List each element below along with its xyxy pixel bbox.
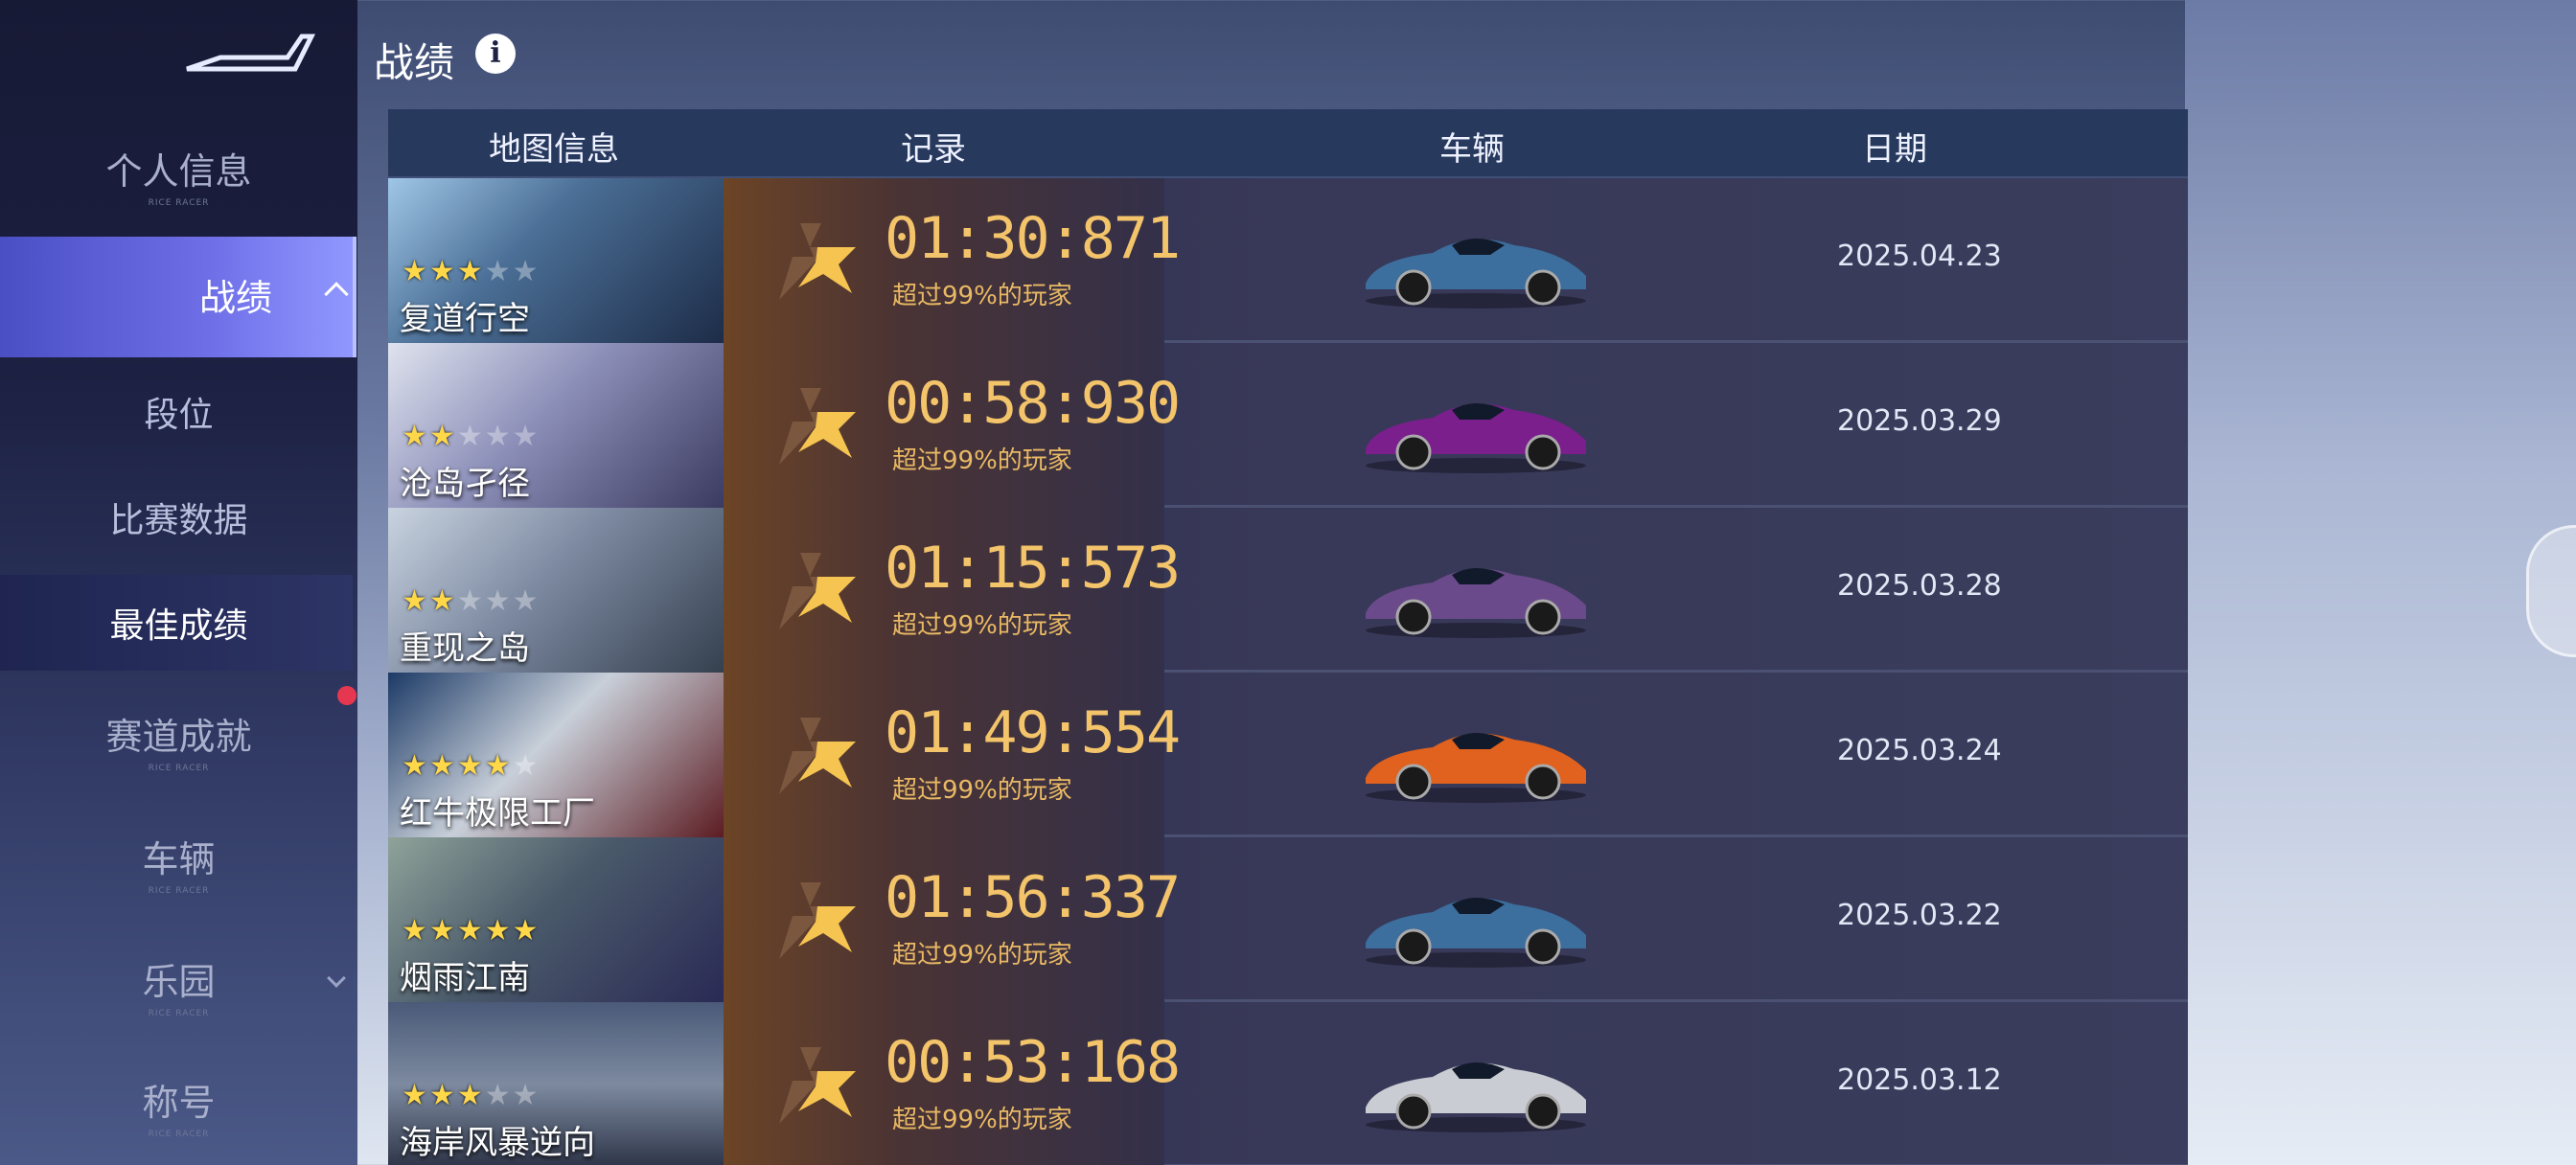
rank-bolt-icon: [779, 718, 856, 794]
record-percentile: 超过99%的玩家: [892, 446, 1072, 475]
record-percentile: 超过99%的玩家: [892, 1106, 1072, 1134]
map-thumbnail: ★★★★★ 重现之岛: [388, 508, 724, 673]
sidebar-item-label: 赛道成就: [105, 716, 252, 758]
car-image: [1366, 733, 1586, 803]
sidebar-item-track-achievements[interactable]: 赛道成就 RICE RACER: [0, 707, 357, 773]
record-percentile: 超过99%的玩家: [892, 941, 1072, 970]
rank-bolt-icon: [779, 553, 856, 629]
record-date: 2025.03.22: [1837, 899, 2002, 932]
column-header-record: 记录: [901, 130, 966, 169]
record-time: 01:49:554: [885, 699, 1181, 766]
map-name: 沧岛孑径: [400, 465, 530, 503]
record-date: 2025.04.23: [1837, 240, 2002, 273]
table-row[interactable]: ★★★★★ 红牛极限工厂 01:49:554 超过99%的玩家 2025.03.…: [388, 673, 2188, 837]
sidebar-item-label: 车辆: [142, 838, 216, 880]
map-name: 红牛极限工厂: [400, 794, 595, 833]
sidebar-item-records[interactable]: [0, 237, 356, 357]
map-thumbnail: ★★★★★ 沧岛孑径: [388, 343, 724, 508]
record-panel: 01:30:871 超过99%的玩家: [724, 178, 1181, 343]
rank-bolt-icon: [779, 223, 856, 300]
page-title: 战绩: [374, 39, 455, 86]
sidebar-item-titles[interactable]: 称号 RICE RACER: [0, 1073, 357, 1139]
car-image: [1366, 403, 1586, 473]
record-date: 2025.03.28: [1837, 569, 2002, 603]
column-header-date: 日期: [1862, 130, 1927, 169]
record-time: 01:30:871: [885, 205, 1181, 272]
table-row[interactable]: ★★★★★ 重现之岛 01:15:573 超过99%的玩家 2025.03.28: [388, 508, 2188, 673]
star-rating: ★★★★★: [402, 420, 540, 453]
star-rating: ★★★★★: [402, 255, 540, 288]
record-percentile: 超过99%的玩家: [892, 282, 1072, 310]
star-rating: ★★★★★: [402, 1079, 540, 1112]
map-name: 复道行空: [400, 300, 530, 338]
background-sky: [2185, 0, 2576, 1165]
game-logo: [186, 34, 316, 72]
map-name: 烟雨江南: [400, 959, 530, 997]
car-image: [1366, 568, 1586, 638]
record-date: 2025.03.12: [1837, 1063, 2002, 1097]
map-thumbnail: ★★★★★ 红牛极限工厂: [388, 673, 724, 837]
record-time: 00:58:930: [885, 370, 1181, 437]
table-row[interactable]: ★★★★★ 烟雨江南 01:56:337 超过99%的玩家 2025.03.22: [388, 837, 2188, 1002]
record-percentile: 超过99%的玩家: [892, 611, 1072, 640]
sidebar-item-vehicles[interactable]: 车辆 RICE RACER: [0, 830, 357, 896]
map-thumbnail: ★★★★★ 复道行空: [388, 178, 724, 343]
record-time: 01:56:337: [885, 864, 1181, 931]
records-table: 地图信息 记录 车辆 日期 ★★★★★ 复道行空 01:30:871 超过99%…: [388, 109, 2188, 1165]
sidebar-subitem-best[interactable]: 最佳成绩: [0, 598, 357, 648]
sidebar-item-sublabel: RICE RACER: [148, 198, 210, 208]
sidebar-item-sublabel: RICE RACER: [148, 1130, 210, 1139]
record-time: 00:53:168: [885, 1029, 1181, 1096]
sidebar-item-sublabel: RICE RACER: [148, 1009, 210, 1018]
star-rating: ★★★★★: [402, 749, 540, 783]
sidebar-item-sublabel: RICE RACER: [148, 886, 210, 896]
record-panel: 01:15:573 超过99%的玩家: [724, 508, 1181, 673]
sidebar-item-label: 个人信息: [105, 150, 252, 193]
sidebar-item-label: 战绩: [199, 277, 273, 319]
table-row[interactable]: ★★★★★ 复道行空 01:30:871 超过99%的玩家 2025.04.23: [388, 178, 2188, 343]
car-image: [1366, 898, 1586, 968]
map-name: 海岸风暴逆向: [400, 1124, 595, 1162]
record-panel: 01:56:337 超过99%的玩家: [724, 837, 1181, 1002]
sidebar-item-park[interactable]: 乐园 RICE RACER: [0, 952, 357, 1018]
star-rating: ★★★★★: [402, 584, 540, 618]
table-header: 地图信息 记录 车辆 日期: [388, 109, 2188, 178]
car-image: [1366, 1062, 1586, 1132]
notification-dot: [337, 686, 356, 705]
record-panel: 00:58:930 超过99%的玩家: [724, 343, 1181, 508]
sidebar-item-sublabel: RICE RACER: [148, 764, 210, 773]
rank-bolt-icon: [779, 388, 856, 465]
sidebar-item-profile[interactable]: 个人信息 RICE RACER: [0, 142, 357, 208]
map-thumbnail: ★★★★★ 烟雨江南: [388, 837, 724, 1002]
sidebar-subitem-rank[interactable]: 段位: [0, 387, 357, 437]
table-row[interactable]: ★★★★★ 海岸风暴逆向 00:53:168 超过99%的玩家 2025.03.…: [388, 1002, 2188, 1165]
sidebar: 个人信息 RICE RACER 战绩 段位 比赛数据 最佳成绩 赛道成就 RIC…: [0, 0, 357, 1165]
rank-bolt-icon: [779, 882, 856, 959]
sidebar-item-label: 称号: [142, 1082, 216, 1124]
table-row[interactable]: ★★★★★ 沧岛孑径 00:58:930 超过99%的玩家 2025.03.29: [388, 343, 2188, 508]
record-time: 01:15:573: [885, 535, 1181, 602]
star-rating: ★★★★★: [402, 914, 540, 948]
sidebar-item-label: 乐园: [142, 961, 216, 1003]
record-panel: 00:53:168 超过99%的玩家: [724, 1002, 1181, 1165]
column-header-vehicle: 车辆: [1439, 130, 1505, 169]
record-date: 2025.03.29: [1837, 404, 2002, 438]
rank-bolt-icon: [779, 1047, 856, 1124]
record-panel: 01:49:554 超过99%的玩家: [724, 673, 1181, 837]
record-date: 2025.03.24: [1837, 734, 2002, 767]
car-image: [1366, 239, 1586, 308]
info-icon[interactable]: i: [475, 34, 516, 74]
column-header-map: 地图信息: [489, 130, 619, 169]
record-percentile: 超过99%的玩家: [892, 776, 1072, 805]
map-name: 重现之岛: [400, 629, 530, 668]
sidebar-subitem-match-data[interactable]: 比赛数据: [0, 492, 357, 542]
map-thumbnail: ★★★★★ 海岸风暴逆向: [388, 1002, 724, 1165]
